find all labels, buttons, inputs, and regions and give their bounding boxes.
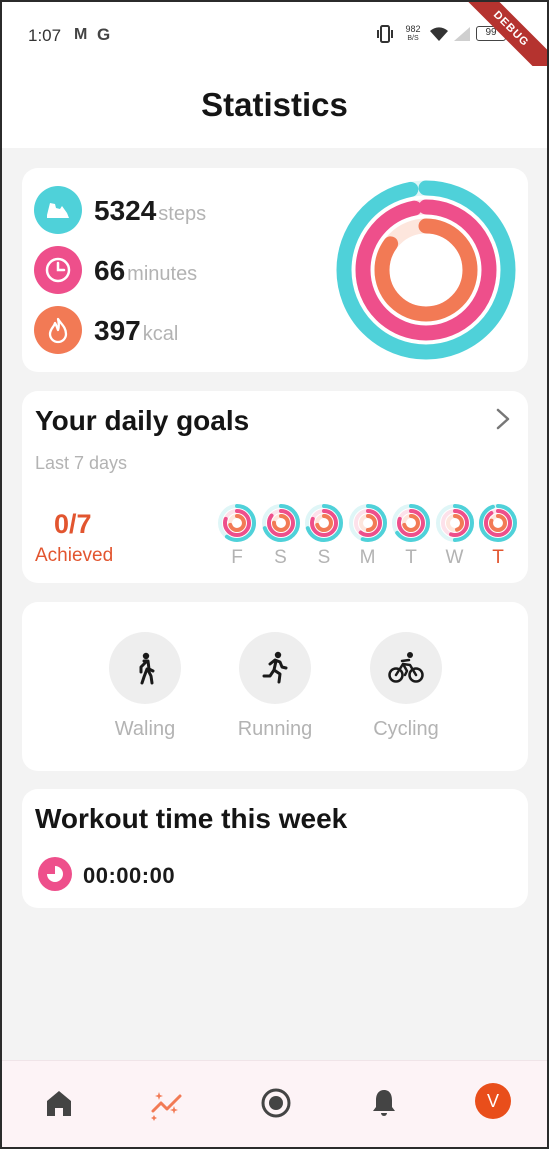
shoe-icon [34, 186, 82, 234]
activity-rings [336, 180, 516, 360]
walking-icon [139, 652, 155, 685]
day-goal-4[interactable]: T [391, 503, 431, 569]
day-goal-2[interactable]: S [304, 503, 344, 569]
day-goal-6[interactable]: T [478, 503, 518, 569]
kcal-value-row: 397 kcal [94, 315, 178, 347]
day-label: F [231, 547, 243, 568]
day-label: W [445, 547, 464, 568]
daily-goals-title: Your daily goals [35, 405, 250, 436]
kcal-stat: 397 kcal [34, 306, 334, 354]
achieved-count: 0/7 [54, 509, 92, 539]
flame-icon [34, 306, 82, 354]
minutes-value-row: 66 minutes [94, 255, 197, 287]
network-speed-unit: B/S [407, 35, 419, 42]
day-label: M [359, 547, 376, 568]
day-rings [305, 504, 343, 542]
day-goal-3[interactable]: M [348, 503, 388, 569]
profile-avatar[interactable]: V [475, 1083, 511, 1119]
workout-time: 00:00:00 [83, 863, 176, 888]
summary-card[interactable]: 5324 steps 66 minutes 397 kcal [22, 168, 528, 372]
day-rings [435, 504, 474, 542]
workout-title: Workout time this week [35, 803, 348, 834]
cycling-label: Cycling [373, 718, 439, 740]
nav-home[interactable] [41, 1085, 77, 1121]
kcal-unit: kcal [142, 323, 179, 345]
network-speed: 982 B/S [402, 24, 424, 44]
day-label: S [274, 547, 287, 568]
page-title: Statistics [201, 86, 348, 123]
nav-notifications[interactable] [366, 1085, 402, 1121]
running-icon [262, 651, 288, 684]
status-bar: 1:07 M G 982 B/S 99 DEBUG [2, 2, 547, 87]
running-label: Running [237, 718, 313, 740]
timer-icon [38, 857, 72, 891]
minutes-value: 66 [94, 255, 126, 286]
steps-stat: 5324 steps [34, 186, 334, 234]
day-rings [479, 504, 517, 542]
steps-value-row: 5324 steps [94, 195, 206, 227]
status-time: 1:07 [28, 26, 62, 45]
day-rings [218, 504, 256, 542]
running-button[interactable] [239, 632, 311, 704]
google-notification-icon: G [97, 25, 111, 44]
workout-card[interactable]: Workout time this week 00:00:00 [22, 789, 528, 908]
achieved-label: Achieved [35, 545, 114, 566]
clock-icon [34, 246, 82, 294]
activity-cycling[interactable]: Cycling [351, 632, 461, 741]
daily-goals-subtitle: Last 7 days [35, 453, 128, 473]
bottom-nav: V [2, 1060, 547, 1147]
activity-running[interactable]: Running [220, 632, 330, 741]
activity-walking[interactable]: Waling [90, 632, 200, 741]
bell-icon [373, 1090, 395, 1116]
nav-record[interactable] [258, 1085, 294, 1121]
app-header: Statistics [2, 66, 547, 148]
record-icon [261, 1088, 291, 1118]
day-rings [261, 504, 300, 542]
day-label: T [492, 547, 504, 568]
statistics-icon [151, 1092, 182, 1121]
signal-icon [454, 27, 470, 41]
day-rings [392, 504, 430, 542]
app-screen: 1:07 M G 982 B/S 99 DEBUG Statistics 532… [0, 0, 549, 1149]
day-goal-5[interactable]: W [435, 503, 475, 569]
day-label: S [317, 547, 331, 568]
home-icon [47, 1091, 71, 1116]
kcal-value: 397 [94, 315, 141, 346]
day-rings [348, 504, 387, 542]
chevron-right-icon[interactable] [494, 407, 512, 431]
daily-goals-card[interactable]: Your daily goals Last 7 days 0/7 Achieve… [22, 391, 528, 583]
cycling-button[interactable] [370, 632, 442, 704]
cycling-icon [388, 652, 424, 683]
walking-button[interactable] [109, 632, 181, 704]
vibrate-icon [377, 25, 393, 43]
gmail-notification-icon: M [74, 26, 88, 43]
steps-value: 5324 [94, 195, 157, 226]
day-goal-0[interactable]: F [217, 503, 257, 569]
kcal-ring [374, 218, 478, 322]
minutes-stat: 66 minutes [34, 246, 334, 294]
nav-statistics[interactable] [149, 1085, 185, 1121]
activities-card: Waling Running Cycling [22, 602, 528, 771]
wifi-icon [430, 27, 448, 41]
network-speed-value: 982 [405, 24, 421, 34]
minutes-unit: minutes [127, 263, 198, 285]
day-goal-1[interactable]: S [261, 503, 301, 569]
day-label: T [405, 547, 417, 568]
steps-unit: steps [158, 203, 207, 225]
walking-label: Waling [114, 718, 176, 740]
